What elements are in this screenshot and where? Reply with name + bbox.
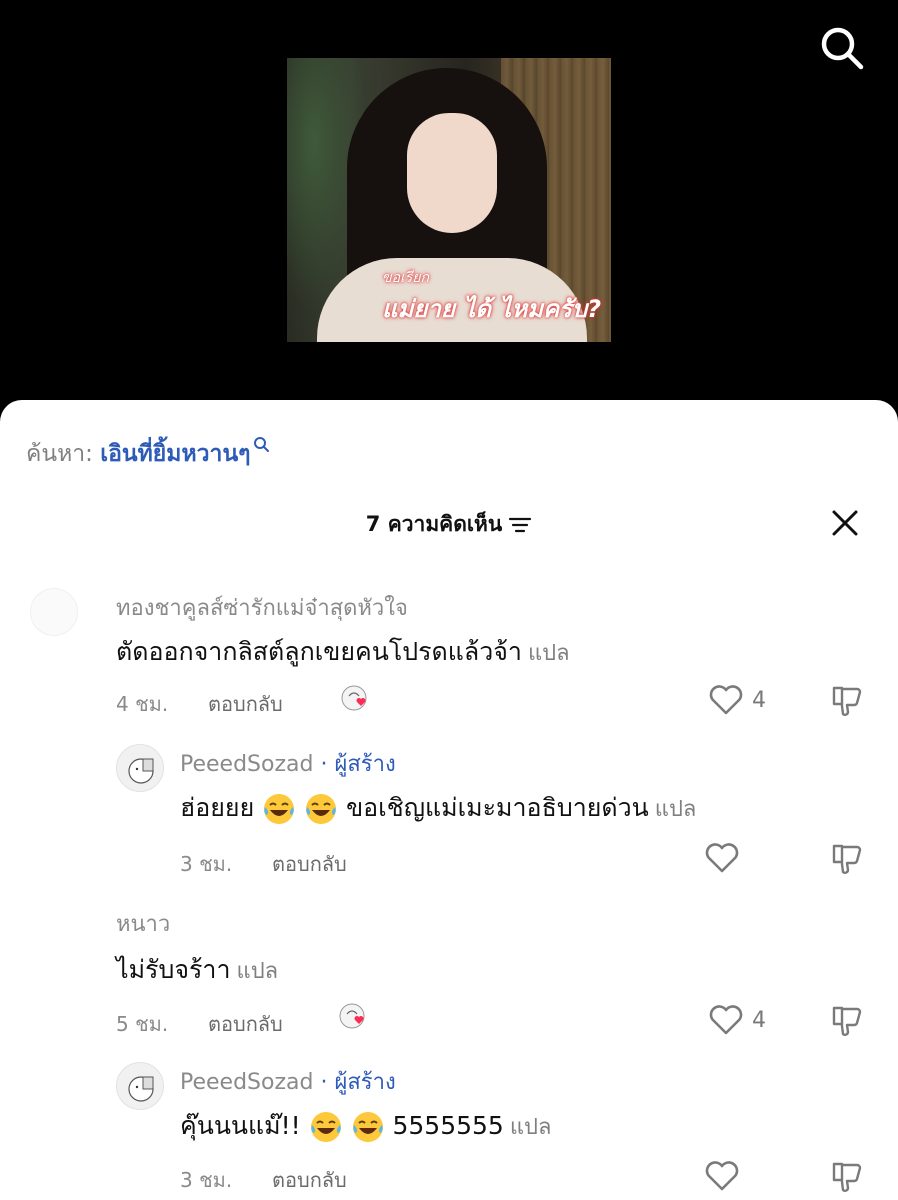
reply-text: คุ๊นนนแม๊!! 5555555 แปล	[180, 1106, 551, 1146]
search-suggestion-label: ค้นหา:	[26, 441, 93, 467]
video-caption: ขอเรียก แม่ยาย ได้ ไหมครับ?	[382, 267, 607, 328]
like-count: 4	[752, 1007, 766, 1033]
comment-text: ไม่รับจร้าา แปล	[116, 950, 278, 990]
reply-button[interactable]: ตอบกลับ	[272, 852, 347, 876]
translate-link[interactable]: แปล	[237, 959, 279, 984]
heart-icon	[705, 1161, 739, 1191]
laughing-tears-emoji-icon	[310, 1112, 341, 1142]
caption-small: ขอเรียก	[382, 270, 429, 286]
comments-title: 7 ความคิดเห็น	[0, 508, 898, 541]
reply-author[interactable]: PeeedSozad	[180, 752, 313, 777]
small-search-icon	[253, 437, 269, 452]
comment-body: ตัดออกจากลิสต์ลูกเขยคนโปรดแล้วจ้า	[116, 637, 522, 666]
reply-meta: 3 ชม. ตอบกลับ	[180, 1164, 347, 1196]
avatar[interactable]	[30, 588, 78, 636]
comment-meta: 5 ชม. ตอบกลับ	[116, 1008, 283, 1040]
video-thumbnail[interactable]: ขอเรียก แม่ยาย ได้ ไหมครับ?	[287, 58, 611, 342]
creator-liked-icon	[339, 1003, 365, 1029]
comments-header: 7 ความคิดเห็น	[0, 508, 898, 548]
dislike-icon[interactable]	[830, 1004, 866, 1038]
creator-liked-icon	[341, 685, 367, 711]
dislike-icon[interactable]	[830, 684, 866, 718]
laughing-tears-emoji-icon	[352, 1112, 383, 1142]
comment-body: ไม่รับจร้าา	[116, 955, 231, 984]
like-button[interactable]: 4	[708, 1004, 766, 1036]
search-button[interactable]	[818, 24, 866, 72]
avatar-illustration-icon	[128, 758, 154, 784]
translate-link[interactable]: แปล	[510, 1115, 552, 1140]
search-suggestion[interactable]: ค้นหา: เอินที่ยิ้มหวานๆ	[26, 436, 269, 472]
translate-link[interactable]: แปล	[655, 797, 697, 822]
comment-meta: 4 ชม. ตอบกลับ	[116, 688, 283, 720]
reply-button[interactable]: ตอบกลับ	[272, 1168, 347, 1192]
heart-icon	[705, 843, 739, 873]
like-count: 4	[752, 687, 766, 713]
caption-big: แม่ยาย ได้ ไหมครับ?	[382, 295, 602, 323]
video-player[interactable]: ขอเรียก แม่ยาย ได้ ไหมครับ?	[0, 0, 898, 420]
close-icon[interactable]	[830, 508, 860, 538]
creator-avatar[interactable]	[116, 744, 164, 792]
reply-body-start: คุ๊นนนแม๊!!	[180, 1111, 301, 1140]
reply-meta: 3 ชม. ตอบกลับ	[180, 848, 347, 880]
creator-avatar[interactable]	[116, 1062, 164, 1110]
search-icon	[821, 27, 864, 70]
heart-icon	[709, 1005, 743, 1035]
reply-body-start: ฮ่อยยย	[180, 793, 255, 822]
laughing-tears-emoji-icon	[264, 794, 295, 824]
avatar-illustration-icon	[128, 1076, 154, 1102]
reply-text: ฮ่อยยย ขอเชิญแม่เมะมาอธิบายด่วน แปล	[180, 788, 696, 828]
comment-username[interactable]: หนาว	[116, 906, 170, 941]
face-shape	[407, 113, 497, 233]
translate-link[interactable]: แปล	[528, 641, 570, 666]
reply-author[interactable]: PeeedSozad	[180, 1070, 313, 1095]
comments-count: 7 ความคิดเห็น	[365, 512, 503, 536]
comment-time: 4 ชม.	[116, 692, 169, 716]
search-suggestion-query[interactable]: เอินที่ยิ้มหวานๆ	[100, 441, 250, 467]
comment-text: ตัดออกจากลิสต์ลูกเขยคนโปรดแล้วจ้า แปล	[116, 632, 570, 672]
reply-time: 3 ชม.	[180, 1168, 233, 1192]
creator-badge: · ผู้สร้าง	[320, 1070, 396, 1095]
reply-button[interactable]: ตอบกลับ	[208, 692, 283, 716]
reply-body-end: 5555555	[392, 1111, 504, 1140]
like-button[interactable]	[704, 1160, 740, 1192]
reply-body-end: ขอเชิญแม่เมะมาอธิบายด่วน	[346, 793, 649, 822]
reply-button[interactable]: ตอบกลับ	[208, 1012, 283, 1036]
reply-time: 3 ชม.	[180, 852, 233, 876]
comments-sheet: ค้นหา: เอินที่ยิ้มหวานๆ 7 ความคิดเห็น ทอ…	[0, 400, 898, 1200]
heart-icon	[709, 685, 743, 715]
reply-username: PeeedSozad · ผู้สร้าง	[180, 746, 396, 781]
comment-username[interactable]: ทองชาคูลส์ซ่ารักแม่จ๋าสุดหัวใจ	[116, 590, 408, 625]
creator-badge: · ผู้สร้าง	[320, 752, 396, 777]
dislike-icon[interactable]	[830, 842, 866, 876]
like-button[interactable]: 4	[708, 684, 766, 716]
comment-time: 5 ชม.	[116, 1012, 169, 1036]
dislike-icon[interactable]	[830, 1160, 866, 1194]
like-button[interactable]	[704, 842, 740, 874]
reply-username: PeeedSozad · ผู้สร้าง	[180, 1064, 396, 1099]
laughing-tears-emoji-icon	[306, 794, 337, 824]
sort-icon[interactable]	[508, 515, 532, 535]
